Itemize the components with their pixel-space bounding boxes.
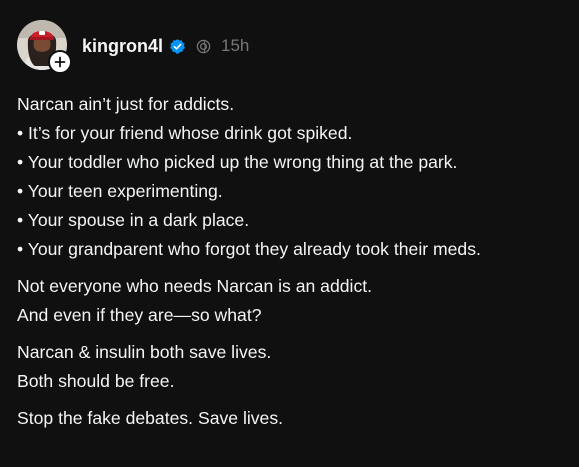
text-line: Not everyone who needs Narcan is an addi… <box>17 276 373 296</box>
avatar-container[interactable] <box>17 20 72 74</box>
text-line: And even if they are—so what? <box>17 305 262 325</box>
follow-button[interactable] <box>48 50 72 74</box>
text-line: • Your toddler who picked up the wrong t… <box>17 152 458 172</box>
paragraph-3: Narcan & insulin both save lives. Both s… <box>17 338 577 396</box>
post-timestamp: 15h <box>221 36 250 55</box>
ai-label-icon <box>195 38 212 55</box>
thread-post: kingron4l 15h Narcan ain’t just for addi… <box>0 0 579 467</box>
post-header: kingron4l 15h <box>17 20 249 74</box>
plus-icon <box>54 56 66 68</box>
post-body: Narcan ain’t just for addicts. • It’s fo… <box>17 90 577 441</box>
text-line: • It’s for your friend whose drink got s… <box>17 123 353 143</box>
post-meta: kingron4l 15h <box>82 35 249 57</box>
text-line: • Your grandparent who forgot they alrea… <box>17 239 481 259</box>
text-line: • Your teen experimenting. <box>17 181 223 201</box>
paragraph-2: Not everyone who needs Narcan is an addi… <box>17 272 577 330</box>
text-line: • Your spouse in a dark place. <box>17 210 250 230</box>
paragraph-1: Narcan ain’t just for addicts. • It’s fo… <box>17 90 577 264</box>
text-line: Narcan ain’t just for addicts. <box>17 94 235 114</box>
paragraph-4: Stop the fake debates. Save lives. <box>17 404 577 433</box>
text-line: Narcan & insulin both save lives. <box>17 342 272 362</box>
text-line: Both should be free. <box>17 371 175 391</box>
verified-badge-icon <box>169 38 186 55</box>
author-username[interactable]: kingron4l <box>82 36 163 57</box>
text-line: Stop the fake debates. Save lives. <box>17 408 284 428</box>
